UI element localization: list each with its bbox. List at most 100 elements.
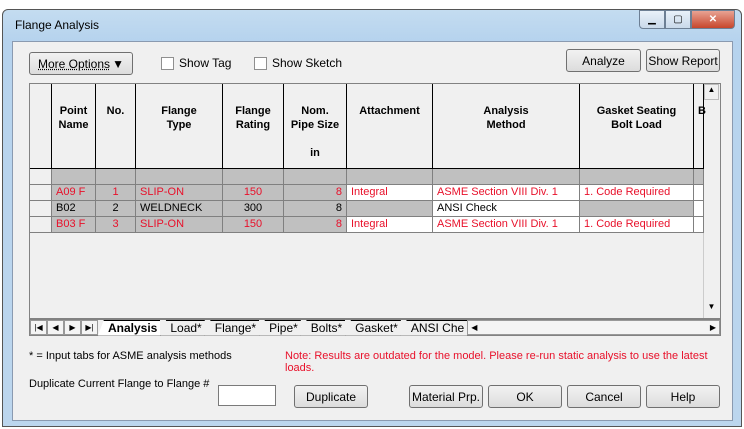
column-header[interactable]: Analysis Method [433, 84, 580, 169]
scroll-right-icon[interactable]: ▶ [710, 323, 716, 332]
column-header-text: Flange [235, 105, 271, 117]
cell-no[interactable]: 2 [96, 201, 136, 217]
row-header[interactable] [30, 185, 52, 201]
row-header[interactable] [30, 169, 52, 185]
dialog-client: More Options ▼ Show Tag Show Sketch Analy… [12, 41, 733, 421]
cell-no[interactable]: 3 [96, 217, 136, 233]
minimize-icon[interactable]: ▁ [639, 10, 665, 29]
cell-gasket[interactable]: 1. Code Required [580, 217, 694, 233]
column-header[interactable]: Point Name [52, 84, 96, 169]
blank-cell[interactable] [52, 169, 96, 185]
tab-gasket[interactable]: Gasket* [345, 319, 401, 336]
cell-rating[interactable]: 150 [223, 185, 284, 201]
blank-cell[interactable] [223, 169, 284, 185]
help-button[interactable]: Help [646, 385, 720, 408]
tab-pipe[interactable]: Pipe* [259, 319, 301, 336]
show-tag-checkbox[interactable]: Show Tag [161, 56, 231, 70]
column-header[interactable]: Flange Rating [223, 84, 284, 169]
cell-gasket[interactable] [580, 201, 694, 217]
window-title: Flange Analysis [15, 18, 100, 32]
blank-cell[interactable] [694, 169, 704, 185]
tab-flange[interactable]: Flange* [204, 319, 260, 336]
duplicate-button[interactable]: Duplicate [294, 385, 368, 408]
column-header-text: Point [59, 105, 88, 117]
column-header-text: Bolt Load [611, 119, 662, 131]
cell-point[interactable]: B03 F [52, 217, 96, 233]
cell-point[interactable]: B02 [52, 201, 96, 217]
blank-cell[interactable] [96, 169, 136, 185]
analyze-button[interactable]: Analyze [566, 49, 641, 72]
tab-analysis[interactable]: Analysis [98, 319, 161, 336]
show-report-button[interactable]: Show Report [646, 49, 720, 72]
material-properties-button[interactable]: Material Prp. [409, 385, 483, 408]
input-tabs-legend: * = Input tabs for ASME analysis methods [29, 350, 232, 362]
column-header-text: Nom. [301, 105, 329, 117]
column-header-text: Gasket Seating [596, 105, 677, 117]
blank-cell[interactable] [284, 169, 347, 185]
column-header[interactable]: B [694, 84, 706, 169]
column-header-text: Type [166, 119, 192, 131]
blank-cell[interactable] [580, 169, 694, 185]
scroll-up-icon[interactable]: ▲ [704, 84, 719, 100]
flange-analysis-window: Flange Analysis ▁ ▢ ✕ More Options ▼ Show… [2, 9, 742, 427]
cell-point[interactable]: A09 F [52, 185, 96, 201]
row-header-corner [30, 84, 52, 169]
cell-overflow[interactable] [694, 201, 704, 217]
close-icon[interactable]: ✕ [691, 10, 735, 29]
cell-no[interactable]: 1 [96, 185, 136, 201]
tab-strip: |◀ ◀ ▶ ▶| Analysis Load* Flange* Pipe* Bolts… [29, 319, 721, 336]
column-header-text: Pipe Size [290, 119, 340, 131]
flange-grid[interactable]: ▲ ▼ Point Name No. Flange Type Flange Rating Nom… [29, 83, 721, 319]
column-header-text: No. [106, 105, 125, 117]
cell-rating[interactable]: 300 [223, 201, 284, 217]
first-tab-icon[interactable]: |◀ [30, 320, 47, 335]
column-header-text: B [698, 105, 706, 117]
blank-cell[interactable] [433, 169, 580, 185]
scroll-down-icon[interactable]: ▼ [704, 302, 719, 318]
more-options-dropdown[interactable]: More Options ▼ [29, 52, 133, 75]
tab-load[interactable]: Load* [160, 319, 205, 336]
next-tab-icon[interactable]: ▶ [64, 320, 81, 335]
restore-icon[interactable]: ▢ [665, 10, 691, 29]
cell-type[interactable]: SLIP-ON [136, 217, 223, 233]
cell-attachment[interactable]: Integral [347, 217, 433, 233]
show-tag-label: Show Tag [179, 56, 232, 70]
cell-method[interactable]: ANSI Check [433, 201, 580, 217]
cancel-button[interactable]: Cancel [567, 385, 641, 408]
column-header[interactable]: Flange Type [136, 84, 223, 169]
column-header[interactable]: No. [96, 84, 136, 169]
horizontal-scrollbar[interactable]: ◀ ▶ [467, 320, 720, 335]
prev-tab-icon[interactable]: ◀ [47, 320, 64, 335]
cell-overflow[interactable] [694, 185, 704, 201]
vertical-scrollbar[interactable]: ▲ ▼ [703, 84, 719, 318]
cell-size[interactable]: 8 [284, 217, 347, 233]
column-header-text: Method [486, 119, 526, 131]
tab-bolts[interactable]: Bolts* [300, 319, 346, 336]
cell-type[interactable]: WELDNECK [136, 201, 223, 217]
cell-size[interactable]: 8 [284, 201, 347, 217]
row-header[interactable] [30, 201, 52, 217]
cell-method[interactable]: ASME Section VIII Div. 1 [433, 185, 580, 201]
cell-gasket[interactable]: 1. Code Required [580, 185, 694, 201]
column-header[interactable]: Attachment [347, 84, 433, 169]
blank-cell[interactable] [136, 169, 223, 185]
column-header[interactable]: Nom. Pipe Size in [284, 84, 347, 169]
cell-attachment[interactable]: Integral [347, 185, 433, 201]
show-sketch-checkbox[interactable]: Show Sketch [254, 56, 342, 70]
column-header-text: in [310, 147, 320, 159]
blank-cell[interactable] [347, 169, 433, 185]
scroll-left-icon[interactable]: ◀ [471, 323, 477, 332]
cell-overflow[interactable] [694, 217, 704, 233]
duplicate-flange-input[interactable] [218, 385, 276, 406]
column-header[interactable]: Gasket Seating Bolt Load [580, 84, 694, 169]
column-header-text [284, 132, 346, 146]
cell-type[interactable]: SLIP-ON [136, 185, 223, 201]
cell-size[interactable]: 8 [284, 185, 347, 201]
last-tab-icon[interactable]: ▶| [81, 320, 98, 335]
cell-method[interactable]: ASME Section VIII Div. 1 [433, 217, 580, 233]
ok-button[interactable]: OK [488, 385, 562, 408]
tab-ansiche[interactable]: ANSI Che [400, 319, 468, 336]
cell-rating[interactable]: 150 [223, 217, 284, 233]
cell-attachment[interactable] [347, 201, 433, 217]
row-header[interactable] [30, 217, 52, 233]
